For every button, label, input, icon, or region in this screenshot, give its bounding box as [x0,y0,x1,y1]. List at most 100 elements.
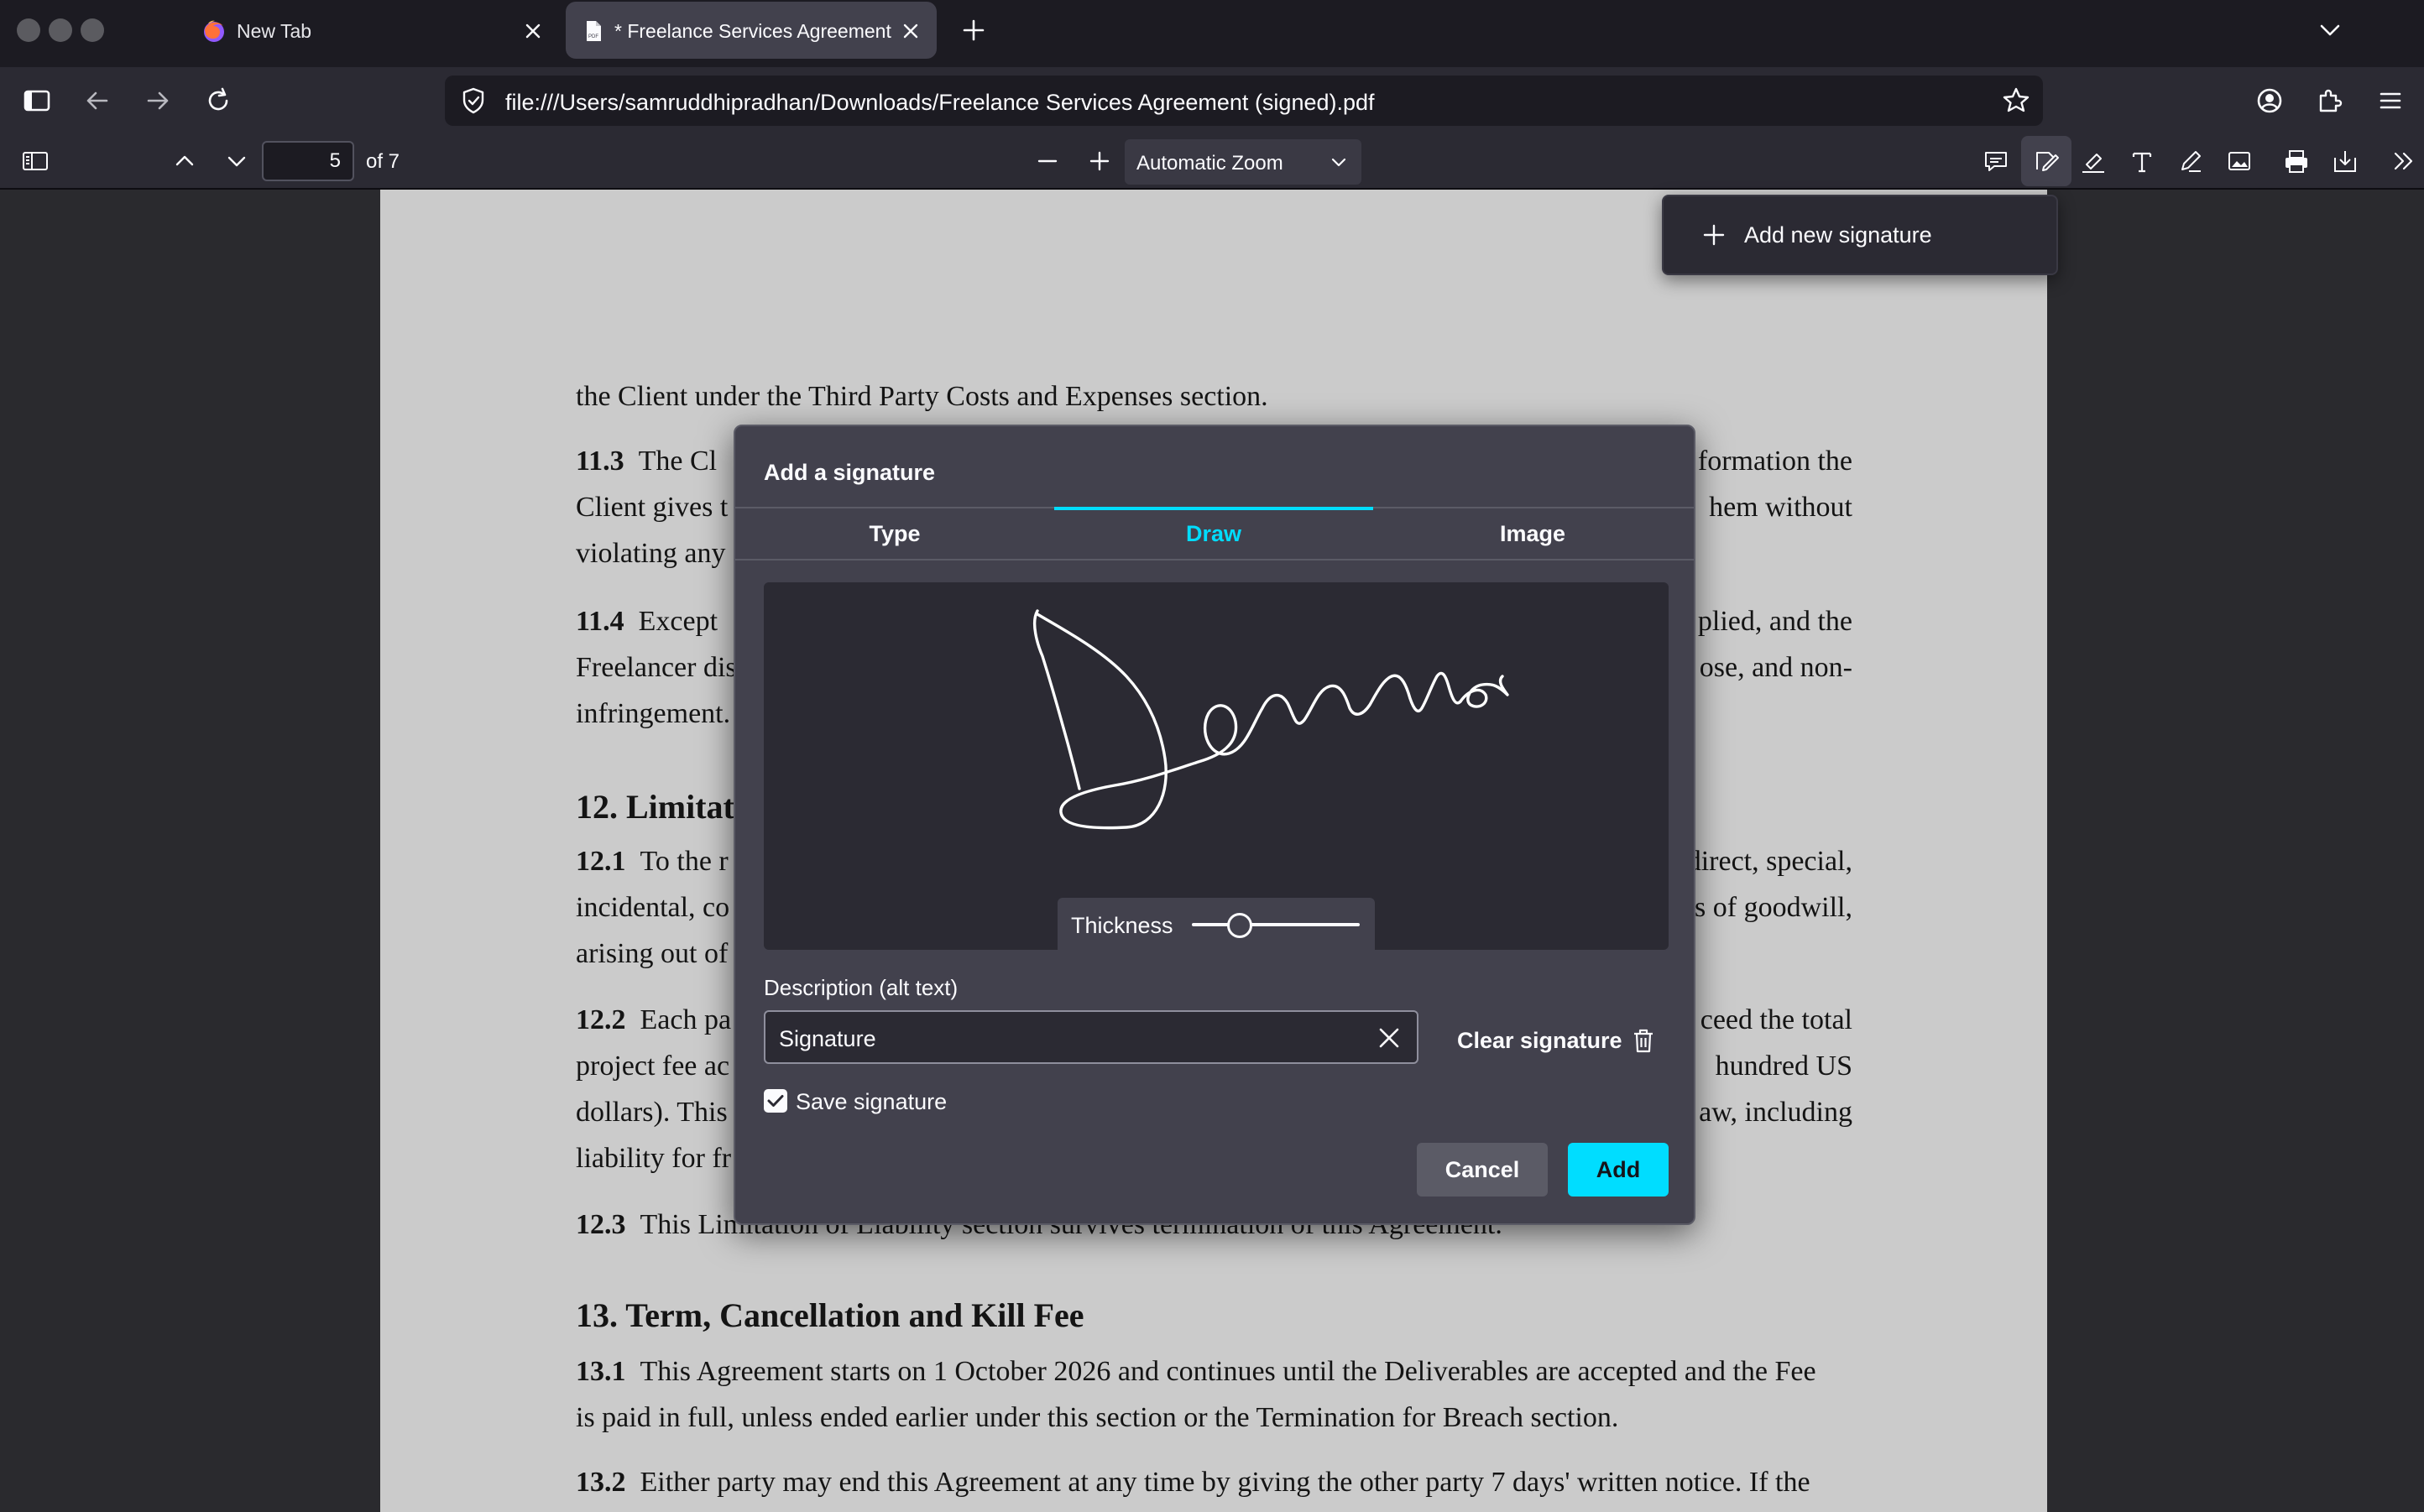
doc-line-right: plied, and the [1697,606,1852,637]
dialog-title: Add a signature [764,460,936,485]
doc-line: arising out of [576,938,729,969]
thickness-slider-thumb[interactable] [1227,913,1252,938]
shield-icon[interactable] [457,84,490,117]
doc-text-span: To the r [640,846,729,877]
doc-line: is paid in full, unless ended earlier un… [576,1402,1619,1433]
svg-text:PDF: PDF [588,34,598,39]
zoom-in-icon[interactable] [1084,146,1115,176]
clear-signature-button[interactable]: Clear signature [1457,1025,1656,1056]
hamburger-menu-icon[interactable] [2374,84,2407,117]
signature-tool-button[interactable] [2021,136,2071,186]
doc-line: 12.1 To the r [576,846,729,878]
sidebar-icon[interactable] [20,84,54,117]
clause-number: 12.1 [576,846,626,877]
toggle-sidebar-icon[interactable] [20,146,50,176]
add-button[interactable]: Add [1568,1143,1669,1197]
checkmark-icon [767,1095,784,1107]
tab-pdf[interactable]: PDF * Freelance Services Agreement (sign… [566,2,937,59]
chevron-down-icon[interactable] [222,146,252,176]
new-tab-plus-icon[interactable] [957,13,990,47]
account-icon[interactable] [2253,84,2286,117]
doc-line-right: direct, special, [1686,846,1852,877]
doc-line-right: hundred US [1715,1051,1852,1082]
doc-line: 11.4 Except [576,606,718,638]
signature-menu: Add new signature [1662,195,2058,275]
back-arrow-icon[interactable] [81,84,114,117]
doc-line-right: hem without [1709,492,1852,523]
zoom-select[interactable]: Automatic Zoom [1125,139,1361,185]
description-label: Description (alt text) [764,975,959,1000]
page-count-label: of 7 [366,150,400,173]
section-heading: 12. Limitati [576,788,744,826]
doc-line-right: ceed the total [1700,1004,1852,1035]
thickness-slider-track[interactable] [1192,923,1360,926]
chevron-up-icon[interactable] [170,146,200,176]
save-signature-label[interactable]: Save signature [796,1089,947,1115]
doc-text-span: Either party may end this Agreement at a… [640,1467,1810,1498]
doc-line: 13.1 This Agreement starts on 1 October … [576,1356,1816,1388]
download-icon[interactable] [2330,146,2360,176]
window-zoom-button[interactable] [81,18,104,42]
comment-icon[interactable] [1981,146,2011,176]
signature-tabs: Type Draw Image [735,507,1694,560]
doc-line: 13.2 Either party may end this Agreement… [576,1467,1810,1499]
tab-draw[interactable]: Draw [1054,508,1373,559]
doc-line-right: aw, including [1699,1097,1852,1128]
page-number-input[interactable]: 5 [262,141,354,181]
zoom-value: Automatic Zoom [1136,152,1283,175]
signature-draw-canvas[interactable]: Thickness [764,582,1669,952]
pdf-file-icon: PDF [587,21,601,41]
doc-line: infringement. [576,698,731,729]
doc-text-span: Except [638,606,718,637]
doc-line: Client gives t [576,492,729,523]
description-input[interactable]: Signature [764,1010,1418,1064]
text-tool-icon[interactable] [2127,146,2157,176]
signature-icon [2036,152,2059,171]
clause-number: 12.3 [576,1209,626,1240]
doc-text-span: Each pa [640,1004,732,1035]
highlight-icon[interactable] [2078,146,2108,176]
tab-new-tab[interactable]: New Tab [181,2,559,59]
reload-icon[interactable] [201,84,235,117]
bookmark-star-icon[interactable] [1999,84,2033,117]
clear-signature-label: Clear signature [1457,1027,1622,1053]
doc-line: violating any [576,538,726,569]
add-new-signature-item[interactable]: Add new signature [1664,196,2056,274]
print-icon[interactable] [2281,146,2312,176]
navigation-toolbar: file:///Users/samruddhipradhan/Downloads… [0,67,2424,134]
extensions-icon[interactable] [2313,84,2347,117]
close-icon[interactable] [520,18,546,44]
clear-input-x-icon[interactable] [1375,1024,1403,1052]
cancel-button[interactable]: Cancel [1417,1143,1548,1197]
doc-line: liability for fr [576,1143,732,1174]
tab-strip: New Tab PDF * Freelance Services Agreeme… [0,0,2424,67]
doc-line-right: s of goodwill, [1695,892,1852,923]
chevron-down-icon[interactable] [2313,13,2347,47]
thickness-label: Thickness [1071,913,1173,938]
tab-type[interactable]: Type [735,508,1054,559]
tab-title: * Freelance Services Agreement (signed).… [614,20,891,42]
clause-number: 13.2 [576,1467,626,1498]
doc-line-right: ose, and non- [1699,652,1852,683]
chevron-down-icon [1331,158,1346,167]
draw-pen-icon[interactable] [2176,146,2206,176]
save-signature-checkbox[interactable] [764,1089,787,1113]
tab-image[interactable]: Image [1373,508,1692,559]
pdf-toolbar: 5 of 7 Automatic Zoom [0,134,2424,190]
clause-number: 11.4 [576,606,624,637]
doc-line: 12.2 Each pa [576,1004,731,1036]
chevron-double-right-icon[interactable] [2389,146,2419,176]
add-new-signature-label: Add new signature [1744,222,1932,248]
image-icon[interactable] [2224,146,2254,176]
tab-title: New Tab [237,20,312,42]
forward-arrow-icon[interactable] [141,84,175,117]
window-minimize-button[interactable] [49,18,72,42]
drawn-signature [1033,609,1509,830]
doc-text-span: This Agreement starts on 1 October 2026 … [640,1356,1816,1387]
zoom-out-icon[interactable] [1032,146,1063,176]
url-bar[interactable]: file:///Users/samruddhipradhan/Downloads… [445,76,2043,126]
doc-line: dollars). This [576,1097,728,1128]
close-icon[interactable] [898,18,923,44]
doc-line: incidental, co [576,892,730,923]
window-close-button[interactable] [17,18,40,42]
